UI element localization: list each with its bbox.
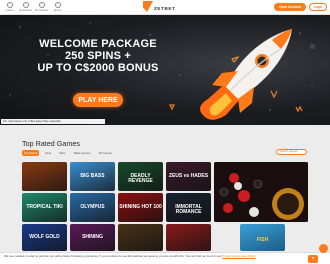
game-tile[interactable]: TROPICAL TIKI (22, 193, 67, 222)
game-tile-title: SHINING (82, 233, 103, 240)
nav-label: Casino (5, 9, 14, 12)
game-tile-title: OLYMPUS (80, 203, 105, 210)
logo-mark-icon (143, 1, 153, 12)
open-account-button[interactable]: Open Account (274, 3, 306, 11)
game-tile[interactable]: BIG BASS (70, 162, 115, 191)
game-tile[interactable]: ZEUS vs HADES (166, 162, 211, 191)
game-tile[interactable]: OLYMPUS (70, 193, 115, 222)
game-tile[interactable]: FISH (240, 224, 285, 251)
hero-line-2: 250 SPINS + (64, 50, 132, 62)
games-grid: BIG BASS DEADLY REVENGE ZEUS vs HADES TROPI… (22, 162, 308, 260)
filter-all-games[interactable]: All Games (96, 150, 113, 156)
search-input[interactable]: Search games (276, 149, 307, 155)
game-filter-tabs: Top Rated New Slots Table Games All Game… (22, 150, 114, 156)
chat-icon[interactable] (319, 244, 328, 253)
game-tile[interactable]: SHINING (70, 224, 115, 251)
game-tile-title: IMMORTAL ROMANCE (175, 203, 202, 215)
game-tile[interactable] (22, 162, 67, 191)
filter-new[interactable]: New (43, 150, 53, 156)
cookie-close-button[interactable]: × (308, 255, 318, 263)
nav-label: Sports (53, 9, 62, 12)
sports-icon (54, 2, 61, 8)
roulette-chips-illustration (214, 162, 308, 222)
game-tile[interactable]: SHINING HOT 100 (118, 193, 163, 222)
game-tile-title: BIG BASS (80, 172, 105, 179)
game-tile[interactable] (118, 224, 163, 251)
play-here-button[interactable]: PLAY HERE (73, 93, 123, 107)
casino-icon (6, 2, 13, 8)
filter-table-games[interactable]: Table Games (71, 150, 92, 156)
game-tile-featured[interactable] (214, 162, 308, 222)
nav-item-promotions[interactable]: Promotions (35, 1, 48, 12)
filter-top-rated[interactable]: Top Rated (22, 150, 40, 156)
game-tile[interactable] (166, 224, 211, 251)
filter-slots[interactable]: Slots (57, 150, 67, 156)
login-button[interactable]: Login (309, 3, 327, 11)
cookie-banner: We use cookies in order to provide you w… (0, 252, 330, 264)
game-tile[interactable]: IMMORTAL ROMANCE (166, 193, 211, 222)
game-tile-title: FISH (256, 237, 269, 243)
nav-label: Sportsbook (18, 9, 33, 12)
logo-text: ZETBET (154, 6, 176, 11)
hero-disclaimer: 18+ | New players only | T&Cs apply | Pl… (1, 119, 105, 124)
game-tile-title: ZEUS vs HADES (168, 172, 209, 179)
hero-line-3: UP TO C$2000 BONUS (37, 62, 159, 74)
promotions-icon (38, 2, 45, 8)
hero-line-1: WELCOME PACKAGE (39, 38, 157, 50)
sportsbook-icon (22, 2, 29, 8)
nav-item-sportsbook[interactable]: Sportsbook (19, 1, 32, 12)
game-tile[interactable]: DEADLY REVENGE (118, 162, 163, 191)
game-tile-title: WOLF GOLD (29, 233, 60, 240)
nav-item-casino[interactable]: Casino (3, 1, 16, 12)
site-header: Casino Sportsbook Promotions Sports ZETB… (0, 0, 330, 15)
cookie-message: We use cookies in order to provide you w… (4, 254, 222, 258)
section-title: Top Rated Games (22, 139, 80, 148)
game-tile[interactable]: WOLF GOLD (22, 224, 67, 251)
game-tile-title: DEADLY REVENGE (128, 172, 153, 184)
more-options-icon[interactable] (310, 44, 315, 49)
hero-banner[interactable]: WELCOME PACKAGE 250 SPINS + UP TO C$2000… (0, 15, 330, 125)
game-tile-title: TROPICAL TIKI (26, 203, 63, 210)
game-tile-title: SHINING HOT 100 (119, 203, 162, 210)
main-nav: Casino Sportsbook Promotions Sports (3, 1, 64, 12)
site-logo[interactable]: ZETBET (143, 1, 189, 14)
nav-label: Promotions (34, 9, 49, 12)
cookie-policy-link[interactable]: Privacy and Cookie Policy (222, 254, 255, 258)
nav-item-sports[interactable]: Sports (51, 1, 64, 12)
cookie-text: We use cookies in order to provide you w… (4, 254, 294, 259)
